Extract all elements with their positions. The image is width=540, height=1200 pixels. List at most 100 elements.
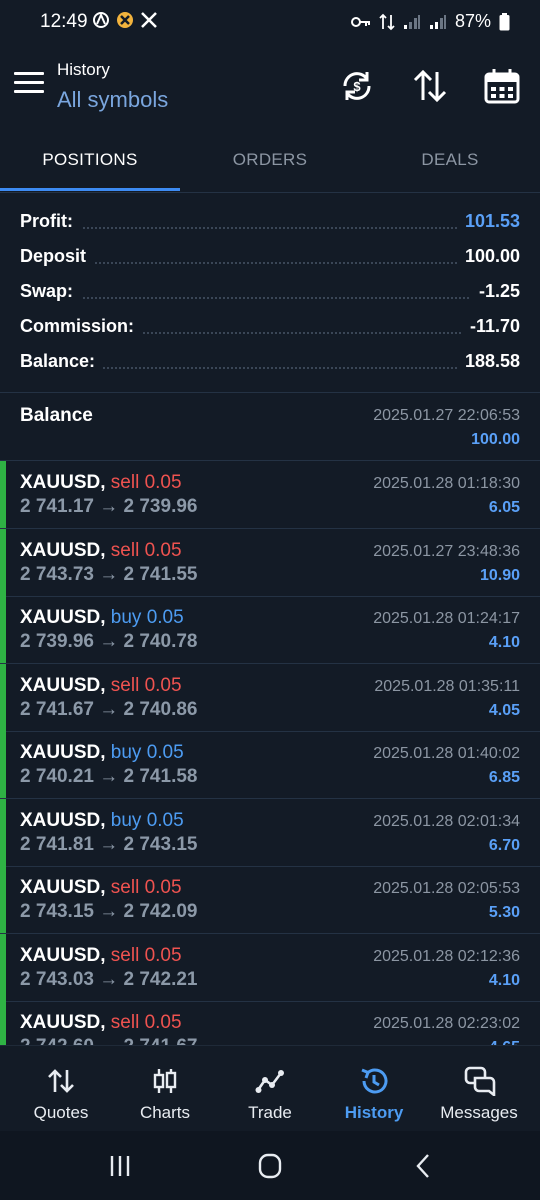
position-profit: 6.05 [488, 499, 520, 516]
position-side: sell 0.05 [110, 675, 182, 696]
position-time: 2025.01.28 02:23:02 [373, 1015, 520, 1032]
x-notification-icon [141, 12, 157, 28]
nav-trade-label: Trade [248, 1103, 292, 1122]
position-profit: 10.90 [479, 567, 520, 584]
position-row[interactable]: XAUUSD, sell 0.05 2 743.03 → 2 742.21 2025… [0, 934, 540, 1002]
sort-icon[interactable] [410, 66, 450, 106]
nav-quotes[interactable]: Quotes [7, 1046, 115, 1132]
position-side: sell 0.05 [110, 1012, 182, 1033]
trade-icon [255, 1070, 284, 1093]
position-indicator-bar [0, 731, 6, 798]
charts-icon [153, 1069, 177, 1093]
position-profit: 6.70 [488, 837, 520, 854]
position-row[interactable]: XAUUSD, buy 0.05 2 740.21 → 2 741.58 2025.… [0, 731, 540, 799]
deposit-value: 100.00 [456, 246, 520, 267]
svg-text:$: $ [353, 79, 361, 94]
position-symbol: XAUUSD, [20, 540, 106, 561]
position-row[interactable]: XAUUSD, sell 0.05 2 742.60 → 2 741.67 2025… [0, 1001, 540, 1045]
position-row[interactable]: XAUUSD, sell 0.05 2 743.73 → 2 741.55 2025… [0, 529, 540, 597]
nav-trade[interactable]: Trade [216, 1046, 324, 1132]
position-prices: 2 739.96 → 2 740.78 [20, 631, 198, 652]
summary-commission-row: Commission: -11.70 [0, 310, 540, 345]
position-symbol-line: XAUUSD, sell 0.05 [20, 675, 182, 697]
position-side: buy 0.05 [110, 810, 184, 831]
summary-swap-row: Swap: -1.25 [0, 275, 540, 310]
tab-deals[interactable]: DEALS [360, 130, 540, 190]
commission-value: -11.70 [461, 316, 520, 337]
position-side: sell 0.05 [110, 945, 182, 966]
position-side: sell 0.05 [110, 472, 182, 493]
tab-positions[interactable]: POSITIONS [0, 130, 180, 190]
position-indicator-bar [0, 934, 6, 1001]
nav-messages-label: Messages [440, 1103, 518, 1122]
position-row[interactable]: XAUUSD, buy 0.05 2 739.96 → 2 740.78 2025.… [0, 596, 540, 664]
menu-button[interactable] [14, 72, 44, 98]
system-navigation-bar [0, 1131, 540, 1200]
header-subtitle: History [57, 60, 110, 79]
quotes-icon [48, 1069, 74, 1093]
position-time: 2025.01.28 01:18:30 [373, 475, 520, 492]
position-prices: 2 743.03 → 2 742.21 [20, 969, 198, 990]
balance-entry-title: Balance [20, 405, 93, 426]
nav-messages[interactable]: Messages [425, 1046, 533, 1132]
home-icon[interactable] [250, 1151, 290, 1181]
app-notification-icon [93, 12, 109, 28]
system-status-icons: 87% [350, 11, 510, 32]
balance-value: 188.58 [456, 351, 520, 372]
position-symbol: XAUUSD, [20, 810, 106, 831]
position-row[interactable]: XAUUSD, sell 0.05 2 741.67 → 2 740.86 2025… [0, 664, 540, 732]
position-indicator-bar [0, 1001, 6, 1045]
position-row[interactable]: XAUUSD, sell 0.05 2 743.15 → 2 742.09 2025… [0, 866, 540, 934]
position-symbol: XAUUSD, [20, 742, 106, 763]
position-symbol-line: XAUUSD, sell 0.05 [20, 945, 182, 967]
position-prices: 2 742.60 → 2 741.67 [20, 1036, 197, 1045]
position-time: 2025.01.28 02:12:36 [373, 948, 520, 965]
position-indicator-bar [0, 664, 6, 731]
position-side: buy 0.05 [110, 607, 184, 628]
nav-charts[interactable]: Charts [111, 1046, 219, 1132]
active-tab-indicator [0, 188, 180, 191]
position-side: sell 0.05 [110, 540, 182, 561]
position-symbol-line: XAUUSD, buy 0.05 [20, 607, 184, 629]
nav-charts-label: Charts [139, 1103, 191, 1122]
position-prices: 2 741.81 → 2 743.15 [20, 834, 198, 855]
calendar-icon[interactable] [482, 66, 522, 106]
position-symbol-line: XAUUSD, sell 0.05 [20, 472, 182, 494]
battery-percent: 87% [454, 11, 491, 31]
position-indicator-bar [0, 596, 6, 663]
currency-exchange-icon[interactable]: $ [337, 66, 377, 106]
status-bar: 12:49 87% [0, 0, 540, 44]
signal-icon [403, 14, 420, 29]
tab-orders[interactable]: ORDERS [180, 130, 360, 190]
position-profit: 4.10 [488, 972, 520, 989]
signal-2-icon [429, 14, 446, 29]
nav-history[interactable]: History [320, 1046, 428, 1132]
position-symbol-line: XAUUSD, buy 0.05 [20, 810, 184, 832]
recent-apps-icon[interactable] [100, 1151, 140, 1181]
position-profit: 6.85 [488, 769, 520, 786]
key-icon [350, 16, 370, 27]
position-profit: 4.05 [488, 702, 520, 719]
notification-icons [92, 11, 158, 29]
app-bar: History All symbols $ [0, 44, 540, 130]
position-symbol-line: XAUUSD, buy 0.05 [20, 742, 184, 764]
messages-icon [464, 1066, 496, 1096]
profit-value: 101.53 [456, 211, 520, 232]
balance-entry-value: 100.00 [471, 431, 520, 448]
xrp-notification-icon [117, 12, 133, 28]
bottom-navigation: Quotes Charts Trade History Messages [0, 1045, 540, 1132]
summary-panel: Profit: 101.53 Deposit 100.00 Swap: -1.2… [0, 205, 540, 380]
position-side: buy 0.05 [110, 742, 184, 763]
position-row[interactable]: XAUUSD, sell 0.05 2 741.17 → 2 739.96 2025… [0, 461, 540, 529]
position-symbol: XAUUSD, [20, 877, 106, 898]
position-prices: 2 743.73 → 2 741.55 [20, 564, 198, 585]
position-symbol-line: XAUUSD, sell 0.05 [20, 1012, 182, 1034]
back-icon[interactable] [403, 1151, 443, 1181]
battery-icon [499, 12, 510, 30]
position-time: 2025.01.28 02:01:34 [373, 813, 520, 830]
position-time: 2025.01.27 23:48:36 [373, 543, 520, 560]
status-time: 12:49 [40, 11, 88, 32]
position-row[interactable]: XAUUSD, buy 0.05 2 741.81 → 2 743.15 2025.… [0, 799, 540, 867]
symbols-filter[interactable]: All symbols [57, 87, 168, 113]
position-time: 2025.01.28 02:05:53 [373, 880, 520, 897]
